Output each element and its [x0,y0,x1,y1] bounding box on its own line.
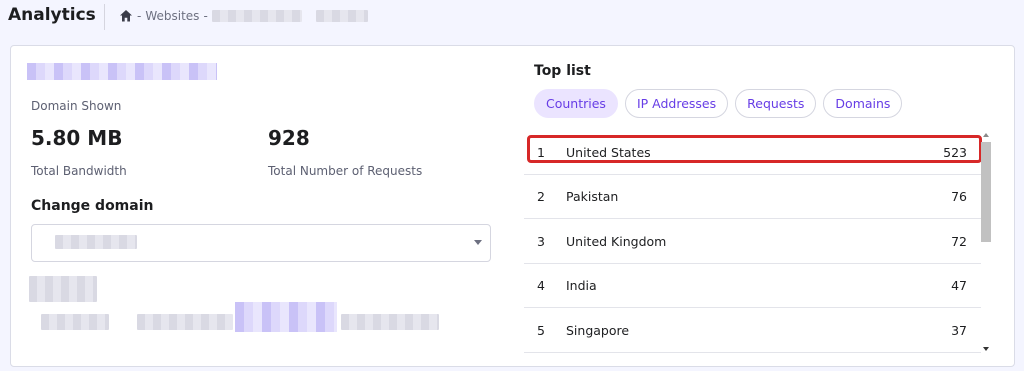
scroll-down-icon[interactable] [983,347,989,351]
tab-countries[interactable]: Countries [534,89,618,118]
list-item: 3 United Kingdom 72 [524,220,981,264]
tab-requests[interactable]: Requests [735,89,817,118]
list-item-count: 76 [951,189,967,204]
breadcrumb: - Websites - [119,9,368,23]
list-item-count: 523 [943,145,967,160]
list-item-name: United Kingdom [566,234,667,249]
breadcrumb-separator: - [203,9,208,23]
list-item-count: 37 [951,323,967,338]
list-item-rank: 4 [537,278,545,293]
redacted-text [341,314,439,330]
chevron-down-icon [474,240,482,245]
list-item: 1 United States 523 [524,131,981,175]
domain-shown-label: Domain Shown [31,99,122,113]
list-item-rank: 2 [537,189,545,204]
redacted-text [137,314,233,330]
page-title: Analytics [8,5,96,25]
redacted-text [29,276,97,302]
bandwidth-value: 5.80 MB [31,126,123,150]
breadcrumb-separator: - [137,9,142,23]
list-scrollbar[interactable] [980,130,992,354]
list-item-rank: 1 [537,145,545,160]
list-item-count: 47 [951,278,967,293]
change-domain-title: Change domain [31,198,154,214]
list-item-name: Singapore [566,323,630,338]
list-item: 2 Pakistan 76 [524,175,981,219]
list-item-name: India [566,278,597,293]
selected-domain-redacted [55,235,137,249]
domain-select[interactable] [31,224,491,262]
list-item-rank: 5 [537,323,545,338]
list-item-name: Pakistan [566,189,619,204]
list-item-rank: 3 [537,234,545,249]
title-divider [104,4,105,30]
top-list: 1 United States 523 2 Pakistan 76 3 Unit… [524,131,981,355]
breadcrumb-domain-redacted[interactable] [315,10,368,22]
tab-domains[interactable]: Domains [823,89,903,118]
tab-ip-addresses[interactable]: IP Addresses [624,89,729,118]
list-item: 4 India 47 [524,264,981,308]
breadcrumb-domain-redacted[interactable] [211,10,302,22]
requests-label: Total Number of Requests [268,164,423,178]
redacted-text [41,314,109,330]
top-bar: Analytics - Websites - [0,0,1024,34]
scroll-up-icon[interactable] [983,133,989,137]
list-item-name: United States [566,145,651,160]
list-item-count: 72 [951,234,967,249]
home-icon[interactable] [119,9,133,23]
breadcrumb-websites-link[interactable]: Websites [145,9,199,23]
scrollbar-thumb[interactable] [981,142,991,242]
redacted-link [235,302,337,332]
top-list-title: Top list [534,63,591,79]
bandwidth-label: Total Bandwidth [31,164,127,178]
requests-value: 928 [268,126,310,150]
list-item: 5 Singapore 37 [524,309,981,353]
analytics-card: Domain Shown 5.80 MB Total Bandwidth 928… [10,45,1015,367]
domain-name-redacted [27,63,217,80]
top-list-tabs: Countries IP Addresses Requests Domains [534,89,903,118]
